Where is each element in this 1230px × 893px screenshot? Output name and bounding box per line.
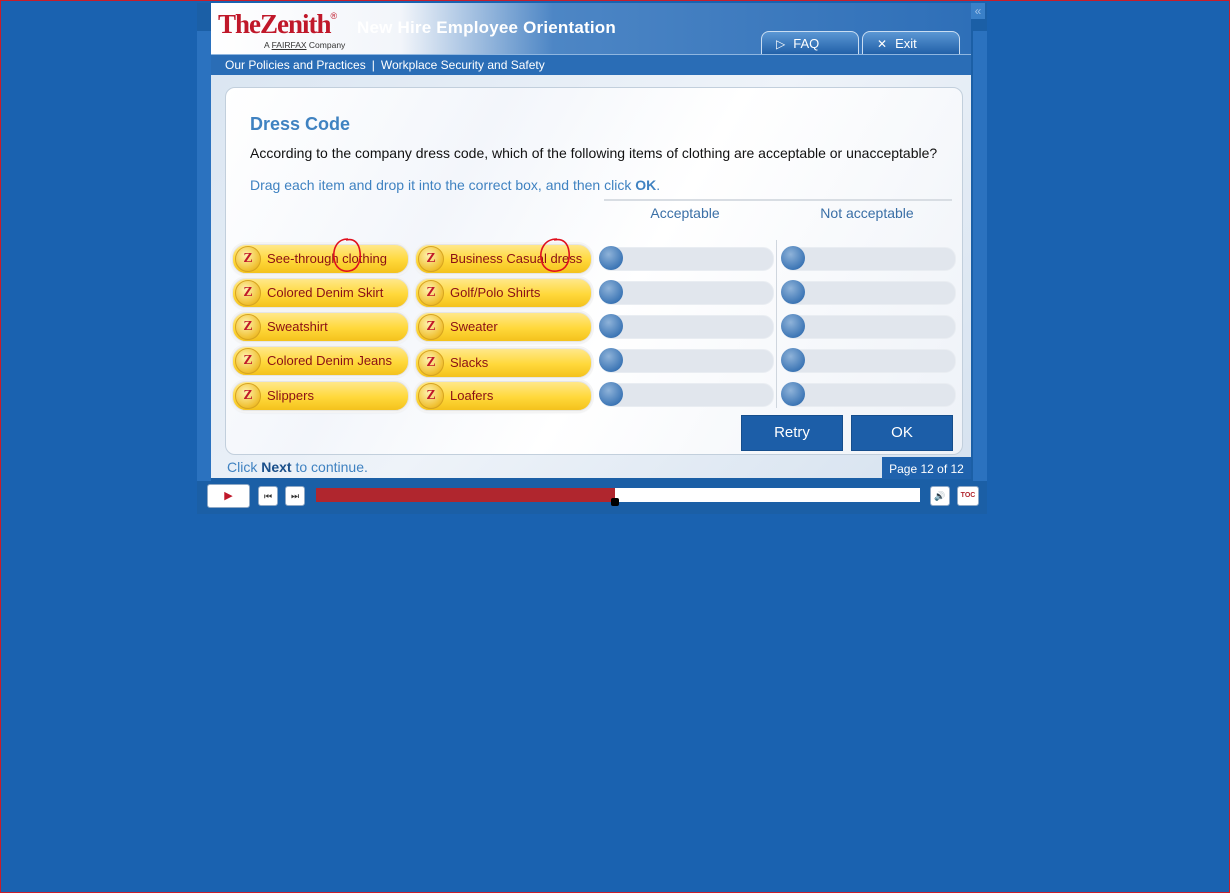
progress-bar[interactable] bbox=[316, 488, 920, 506]
frame-left-edge bbox=[197, 31, 211, 481]
drag-item[interactable]: Z Slippers bbox=[232, 381, 409, 411]
close-icon: ✕ bbox=[877, 37, 888, 51]
drag-item[interactable]: Z Loafers bbox=[415, 381, 592, 411]
annotation-circle bbox=[540, 238, 570, 272]
ok-button[interactable]: OK bbox=[851, 415, 953, 451]
drag-item[interactable]: Z Sweater bbox=[415, 312, 592, 342]
drag-item[interactable]: Z See-through clothing bbox=[232, 244, 409, 274]
player-controls: ▶ ⏮ ⏭ 🔊 TOC bbox=[197, 481, 987, 514]
slot-marker-icon bbox=[781, 348, 805, 372]
app-title: New Hire Employee Orientation bbox=[357, 18, 616, 37]
drop-slot-not-acceptable[interactable] bbox=[781, 280, 956, 305]
slot-marker-icon bbox=[781, 280, 805, 304]
skip-back-icon: ⏮ bbox=[263, 491, 273, 501]
slot-marker-icon bbox=[599, 280, 623, 304]
column-acceptable-header: Acceptable bbox=[650, 205, 720, 221]
toc-label: TOC bbox=[960, 492, 976, 499]
logo: TheZenith® A FAIRFAX Company bbox=[218, 9, 345, 51]
breadcrumb-section: Our Policies and Practices bbox=[225, 58, 366, 72]
next-button[interactable]: ⏭ bbox=[285, 486, 305, 506]
slot-marker-icon bbox=[781, 314, 805, 338]
continue-hint: Click Next to continue. bbox=[227, 459, 368, 475]
drag-item[interactable]: Z Sweatshirt bbox=[232, 312, 409, 342]
drop-slot-not-acceptable[interactable] bbox=[781, 348, 956, 373]
drop-slot-acceptable[interactable] bbox=[599, 382, 774, 407]
drop-slot-not-acceptable[interactable] bbox=[781, 314, 956, 339]
drop-slot-not-acceptable[interactable] bbox=[781, 382, 956, 407]
slot-marker-icon bbox=[599, 382, 623, 406]
slot-marker-icon bbox=[599, 314, 623, 338]
skip-forward-icon: ⏭ bbox=[290, 491, 300, 501]
progress-thumb[interactable] bbox=[610, 498, 619, 506]
play-button[interactable]: ▶ bbox=[207, 484, 250, 508]
slot-marker-icon bbox=[781, 246, 805, 270]
logo-trademark: ® bbox=[330, 11, 338, 21]
faq-label: FAQ bbox=[793, 36, 820, 51]
toc-button[interactable]: TOC bbox=[957, 486, 979, 506]
double-chevron-left-icon[interactable]: « bbox=[971, 3, 985, 19]
drag-item[interactable]: Z Slacks bbox=[415, 348, 592, 378]
drop-slot-acceptable[interactable] bbox=[599, 280, 774, 305]
retry-button[interactable]: Retry bbox=[741, 415, 843, 451]
faq-button[interactable]: ▷ FAQ bbox=[761, 31, 859, 54]
logo-subtitle: A FAIRFAX Company bbox=[264, 40, 346, 50]
zenith-badge-icon: Z bbox=[418, 383, 444, 409]
play-icon: ▶ bbox=[224, 490, 233, 502]
exit-button[interactable]: ✕ Exit bbox=[862, 31, 960, 54]
zenith-badge-icon: Z bbox=[235, 246, 261, 272]
instruction-text: Drag each item and drop it into the corr… bbox=[250, 177, 661, 193]
zenith-badge-icon: Z bbox=[418, 350, 444, 376]
course-player: « TheZenith® A FAIRFAX Company New Hire … bbox=[197, 3, 987, 514]
breadcrumb-separator: | bbox=[371, 58, 375, 72]
speaker-icon: 🔊 bbox=[934, 491, 946, 501]
zenith-badge-icon: Z bbox=[235, 280, 261, 306]
slot-marker-icon bbox=[781, 382, 805, 406]
breadcrumb-topic: Workplace Security and Safety bbox=[380, 58, 545, 72]
play-triangle-icon: ▷ bbox=[776, 37, 786, 51]
page-indicator: Page 12 of 12 bbox=[882, 457, 971, 479]
zenith-badge-icon: Z bbox=[418, 246, 444, 272]
logo-wordmark: TheZenith bbox=[218, 9, 332, 39]
progress-fill bbox=[316, 488, 615, 502]
slot-marker-icon bbox=[599, 348, 623, 372]
volume-button[interactable]: 🔊 bbox=[930, 486, 950, 506]
column-header-rule bbox=[604, 199, 952, 201]
activity-panel: Dress Code According to the company dres… bbox=[225, 87, 963, 455]
zenith-badge-icon: Z bbox=[235, 314, 261, 340]
slot-marker-icon bbox=[599, 246, 623, 270]
zenith-badge-icon: Z bbox=[235, 383, 261, 409]
drop-slot-acceptable[interactable] bbox=[599, 314, 774, 339]
annotation-circle bbox=[333, 238, 361, 272]
zenith-badge-icon: Z bbox=[235, 348, 261, 374]
question-text: According to the company dress code, whi… bbox=[250, 145, 938, 161]
drag-item[interactable]: Z Golf/Polo Shirts bbox=[415, 278, 592, 308]
previous-button[interactable]: ⏮ bbox=[258, 486, 278, 506]
drop-slot-acceptable[interactable] bbox=[599, 246, 774, 271]
drag-item[interactable]: Z Colored Denim Jeans bbox=[232, 346, 409, 376]
exit-label: Exit bbox=[895, 36, 917, 51]
page-title: Dress Code bbox=[250, 114, 351, 134]
column-not-acceptable-header: Not acceptable bbox=[820, 205, 914, 221]
breadcrumb: Our Policies and Practices | Workplace Sec… bbox=[211, 54, 971, 75]
drop-slot-acceptable[interactable] bbox=[599, 348, 774, 373]
zenith-badge-icon: Z bbox=[418, 314, 444, 340]
column-divider bbox=[776, 240, 777, 408]
header-bar: TheZenith® A FAIRFAX Company New Hire Em… bbox=[211, 3, 971, 54]
drag-item[interactable]: Z Colored Denim Skirt bbox=[232, 278, 409, 308]
drop-slot-not-acceptable[interactable] bbox=[781, 246, 956, 271]
frame-right-edge bbox=[973, 31, 987, 481]
zenith-badge-icon: Z bbox=[418, 280, 444, 306]
